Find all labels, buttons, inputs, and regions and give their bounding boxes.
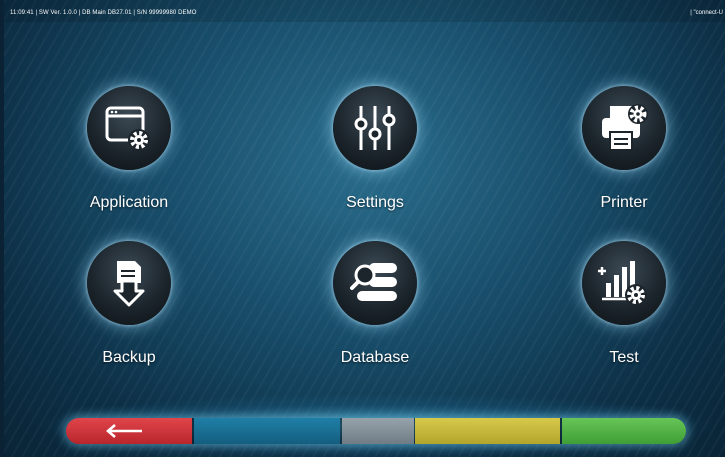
test-tile[interactable]: Test xyxy=(549,241,699,401)
database-search-icon xyxy=(333,241,417,325)
database-tile[interactable]: Database xyxy=(300,241,450,401)
application-tile[interactable]: Application xyxy=(54,86,204,246)
settings-tile[interactable]: Settings xyxy=(300,86,450,246)
function-key-gray[interactable] xyxy=(342,418,414,444)
application-settings-icon xyxy=(87,86,171,170)
backup-download-icon xyxy=(87,241,171,325)
printer-settings-icon xyxy=(582,86,666,170)
printer-tile[interactable]: Printer xyxy=(549,86,699,246)
application-label: Application xyxy=(89,194,169,211)
printer-label: Printer xyxy=(600,194,648,211)
function-key-yellow[interactable] xyxy=(415,418,560,444)
back-button[interactable] xyxy=(66,418,193,444)
left-arrow-icon xyxy=(106,424,142,438)
backup-tile[interactable]: Backup xyxy=(54,241,204,401)
backup-label: Backup xyxy=(102,349,156,366)
sliders-icon xyxy=(333,86,417,170)
settings-label: Settings xyxy=(346,194,404,211)
status-bar: 11:09:41 | SW Ver. 1.0.0 | DB Main DB27.… xyxy=(4,0,725,22)
test-label: Test xyxy=(609,349,639,366)
status-info: 11:09:41 | SW Ver. 1.0.0 | DB Main DB27.… xyxy=(10,10,197,16)
screen: 11:09:41 | SW Ver. 1.0.0 | DB Main DB27.… xyxy=(4,0,725,457)
database-label: Database xyxy=(340,349,410,366)
function-key-green[interactable] xyxy=(561,418,686,444)
chart-settings-icon xyxy=(582,241,666,325)
status-connection: | "connect-U xyxy=(690,10,723,16)
function-key-blue[interactable] xyxy=(194,418,341,444)
function-key-bar xyxy=(66,418,686,444)
